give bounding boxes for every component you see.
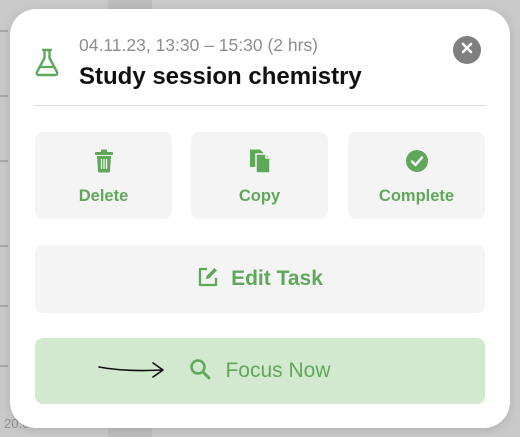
task-detail-card: 04.11.23, 13:30 – 15:30 (2 hrs) Study se…: [10, 9, 510, 428]
background-tick: [0, 30, 8, 32]
background-tick: [0, 245, 8, 247]
task-date-time: 04.11.23, 13:30 – 15:30 (2 hrs): [79, 35, 319, 55]
task-title: Study session chemistry: [79, 63, 362, 90]
background-tick: [0, 95, 8, 97]
copy-icon: [248, 148, 272, 174]
divider: [34, 105, 486, 106]
edit-task-label: Edit Task: [231, 267, 323, 290]
copy-button[interactable]: Copy: [191, 132, 328, 219]
check-circle-icon: [405, 148, 429, 174]
background-tick: [0, 160, 8, 162]
background-tick: [0, 365, 8, 367]
delete-button[interactable]: Delete: [35, 132, 172, 219]
arrow-annotation-icon: [98, 362, 164, 378]
delete-label: Delete: [78, 187, 129, 205]
flask-icon: [34, 47, 60, 77]
complete-label: Complete: [378, 187, 455, 205]
edit-task-button[interactable]: Edit Task: [35, 245, 485, 313]
search-icon: [189, 358, 211, 385]
background-tick: [0, 305, 8, 307]
close-button[interactable]: [453, 36, 481, 64]
close-icon: [461, 41, 473, 59]
focus-now-label: Focus Now: [225, 359, 331, 382]
copy-label: Copy: [238, 187, 281, 205]
trash-icon: [92, 148, 116, 174]
edit-icon: [197, 266, 219, 293]
complete-button[interactable]: Complete: [348, 132, 485, 219]
